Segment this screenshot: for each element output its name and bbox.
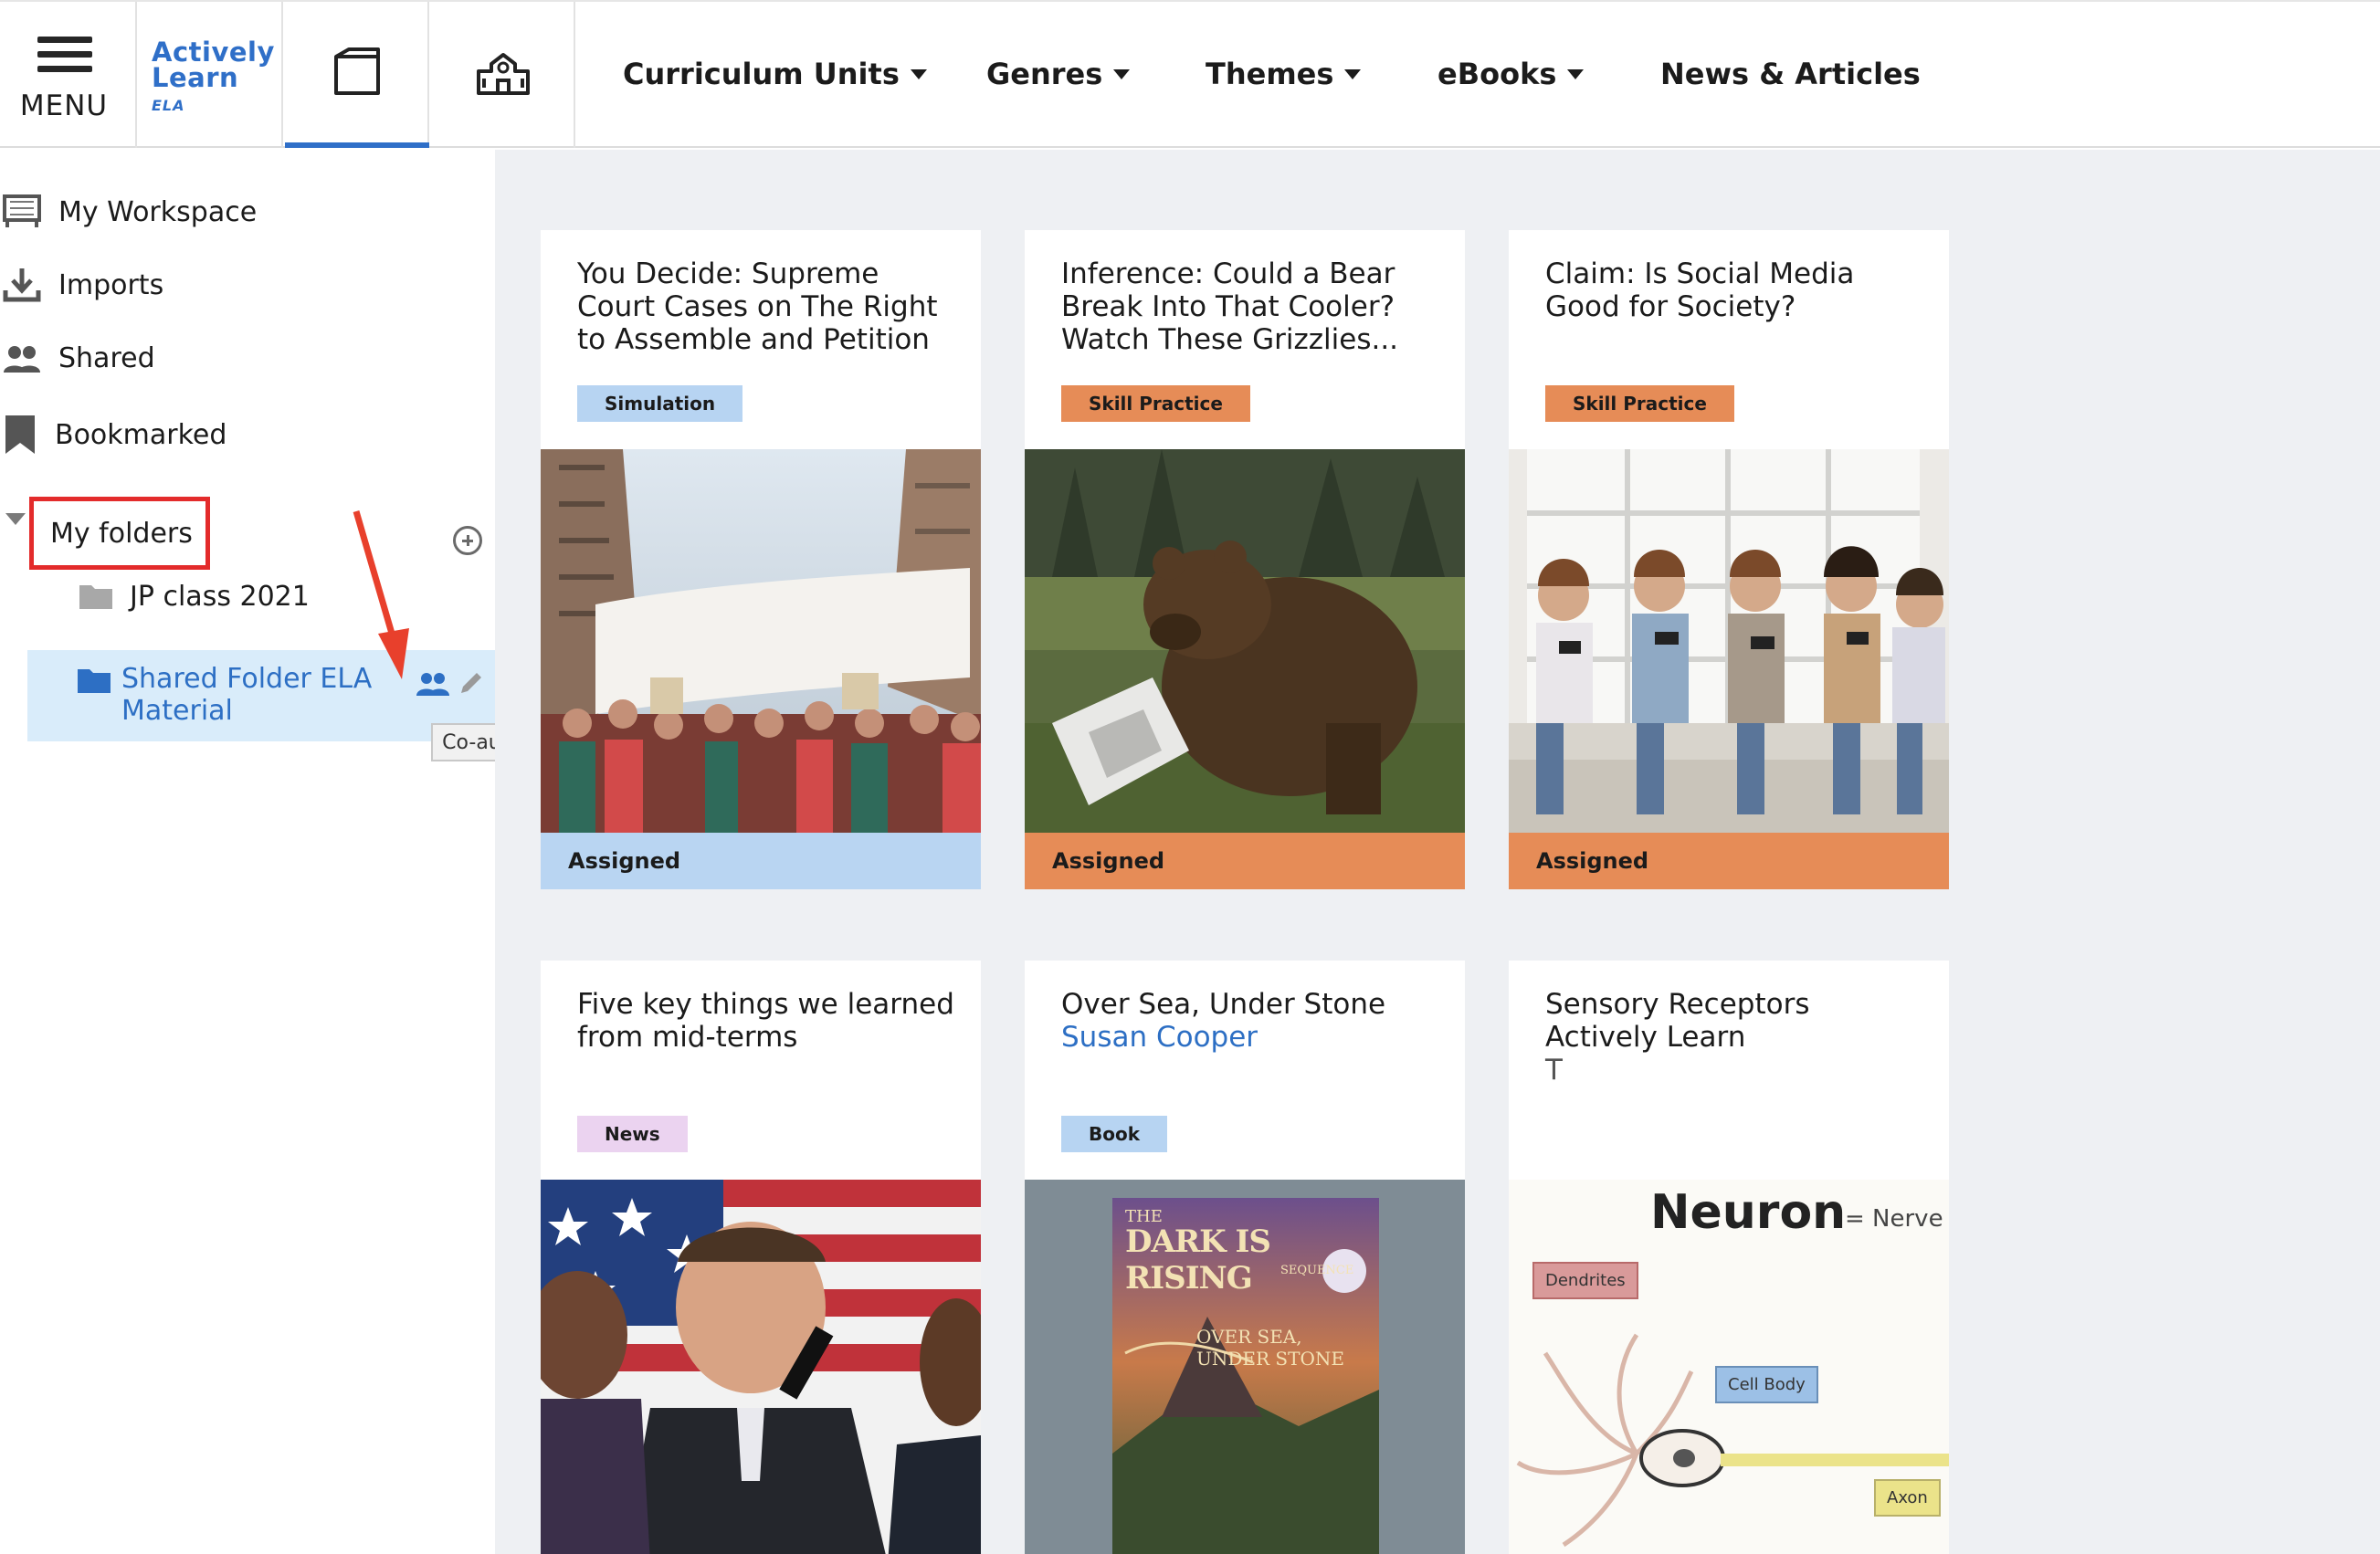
- sidebar-item-label: Imports: [58, 268, 164, 301]
- content-card[interactable]: Five key things we learned from mid-term…: [541, 961, 981, 1554]
- book-icon: [334, 47, 380, 95]
- card-author[interactable]: T: [1545, 1054, 1929, 1087]
- book-cover: THE DARK IS RISING SEQUENCE OVER SEA, UN…: [1025, 1180, 1465, 1554]
- diagram-label: Axon: [1874, 1479, 1941, 1517]
- nav-label: eBooks: [1437, 57, 1557, 91]
- hamburger-icon: [37, 37, 92, 43]
- card-title[interactable]: You Decide: Supreme Court Cases on The R…: [577, 257, 961, 356]
- my-folders-label[interactable]: My folders: [29, 497, 210, 570]
- card-status-bar: Assigned: [1025, 833, 1465, 889]
- sidebar-item-label: Shared: [58, 341, 155, 374]
- card-author[interactable]: Susan Cooper: [1061, 1021, 1445, 1054]
- co-author-icon[interactable]: [415, 670, 451, 698]
- card-type-badge: Simulation: [577, 385, 743, 422]
- card-title[interactable]: Sensory Receptors Actively Learn T: [1545, 988, 1929, 1087]
- menu-button[interactable]: MENU: [0, 2, 137, 148]
- card-type-badge: Skill Practice: [1545, 385, 1734, 422]
- sidebar-item-bookmarked[interactable]: Bookmarked: [0, 407, 226, 462]
- caret-down-icon: [1344, 68, 1362, 79]
- sidebar-item-label: My Workspace: [58, 195, 258, 228]
- diagram-title: Neuron: [1650, 1185, 1847, 1240]
- menu-label: MENU: [19, 89, 109, 122]
- sidebar-item-label: Bookmarked: [55, 418, 227, 451]
- book-cover-series: SEQUENCE: [1280, 1264, 1354, 1277]
- nav-label: News & Articles: [1660, 57, 1921, 91]
- content-card[interactable]: Sensory Receptors Actively Learn T Neuro…: [1509, 961, 1949, 1554]
- card-title-text: Sensory Receptors Actively Learn: [1545, 988, 1810, 1054]
- app-window: MENU Actively Learn ELA Curriculum Units: [0, 0, 2380, 1554]
- hamburger-icon: [37, 51, 92, 58]
- folder-item-jp-class-2021[interactable]: JP class 2021: [79, 573, 310, 619]
- logo-text: Learn: [152, 62, 239, 93]
- caret-down-icon: [910, 68, 927, 79]
- card-type-badge: News: [577, 1116, 688, 1152]
- pencil-icon[interactable]: [457, 668, 486, 698]
- import-icon: [0, 257, 58, 312]
- neuron-diagram: Neuron = Nerve Dendrites Cell Body Axon: [1509, 1180, 1949, 1554]
- add-folder-icon[interactable]: [453, 526, 482, 555]
- nav-label: Themes: [1206, 57, 1334, 91]
- logo-subtext: ELA: [152, 97, 185, 114]
- kids-phones-photo: [1509, 449, 1949, 833]
- card-title[interactable]: Inference: Could a Bear Break Into That …: [1061, 257, 1445, 356]
- card-title[interactable]: Over Sea, Under Stone Susan Cooper: [1061, 988, 1445, 1054]
- book-cover-subtitle: OVER SEA,: [1196, 1326, 1302, 1348]
- diagram-label: Cell Body: [1715, 1366, 1818, 1403]
- card-status-bar: Assigned: [1509, 833, 1949, 889]
- bookmark-icon: [0, 407, 55, 462]
- nav-label: Genres: [986, 57, 1103, 91]
- nav-news-articles[interactable]: News & Articles: [1660, 53, 1921, 95]
- card-title-text: Over Sea, Under Stone: [1061, 988, 1386, 1021]
- politician-photo: [541, 1180, 981, 1554]
- content-card[interactable]: Over Sea, Under Stone Susan Cooper Book …: [1025, 961, 1465, 1554]
- sidebar-item-imports[interactable]: Imports: [0, 257, 163, 312]
- content-card[interactable]: You Decide: Supreme Court Cases on The R…: [541, 230, 981, 889]
- folder-icon: [78, 669, 111, 693]
- actively-learn-logo[interactable]: Actively Learn ELA: [137, 2, 283, 148]
- bear-photo: [1025, 449, 1465, 833]
- book-cover-title: DARK IS RISING: [1125, 1223, 1271, 1297]
- school-icon: [477, 53, 530, 95]
- content-area: You Decide: Supreme Court Cases on The R…: [495, 150, 2380, 1554]
- sidebar-item-my-workspace[interactable]: My Workspace: [0, 184, 257, 239]
- hamburger-icon: [37, 66, 92, 72]
- card-status-bar: Assigned: [541, 833, 981, 889]
- card-type-badge: Book: [1061, 1116, 1168, 1152]
- nav-label: Curriculum Units: [623, 57, 900, 91]
- content-card[interactable]: Inference: Could a Bear Break Into That …: [1025, 230, 1465, 889]
- diagram-label: Dendrites: [1532, 1262, 1638, 1299]
- diagram-subtitle: = Nerve: [1845, 1205, 1943, 1233]
- content-card[interactable]: Claim: Is Social Media Good for Society?…: [1509, 230, 1949, 889]
- card-title[interactable]: Claim: Is Social Media Good for Society?: [1545, 257, 1929, 323]
- nav-genres[interactable]: Genres: [986, 53, 1131, 95]
- nav-themes[interactable]: Themes: [1206, 53, 1362, 95]
- red-arrow-annotation: [353, 510, 409, 679]
- sidebar-item-shared[interactable]: Shared: [0, 331, 155, 385]
- tab-school[interactable]: [431, 2, 575, 148]
- protest-photo: [541, 449, 981, 833]
- folder-label: JP class 2021: [130, 580, 310, 613]
- tab-library[interactable]: [285, 2, 429, 148]
- nav-curriculum-units[interactable]: Curriculum Units: [623, 53, 927, 95]
- book-cover-subtitle: UNDER STONE: [1196, 1348, 1344, 1370]
- top-navigation-bar: MENU Actively Learn ELA Curriculum Units: [0, 0, 2380, 148]
- card-title[interactable]: Five key things we learned from mid-term…: [577, 988, 961, 1054]
- caret-down-icon: [1113, 68, 1131, 79]
- active-tab-indicator: [285, 142, 429, 148]
- sidebar: My Workspace Imports Shared Bookmarked M…: [0, 150, 553, 1554]
- card-type-badge: Skill Practice: [1061, 385, 1250, 422]
- my-folders-section[interactable]: My folders: [0, 493, 495, 570]
- folder-item-shared-folder-ela[interactable]: Shared Folder ELA Material: [27, 650, 495, 741]
- caret-down-icon[interactable]: [5, 513, 26, 525]
- people-icon: [0, 331, 58, 385]
- caret-down-icon: [1567, 68, 1585, 79]
- nav-ebooks[interactable]: eBooks: [1437, 53, 1585, 95]
- workspace-icon: [0, 184, 58, 239]
- folder-icon: [79, 585, 112, 609]
